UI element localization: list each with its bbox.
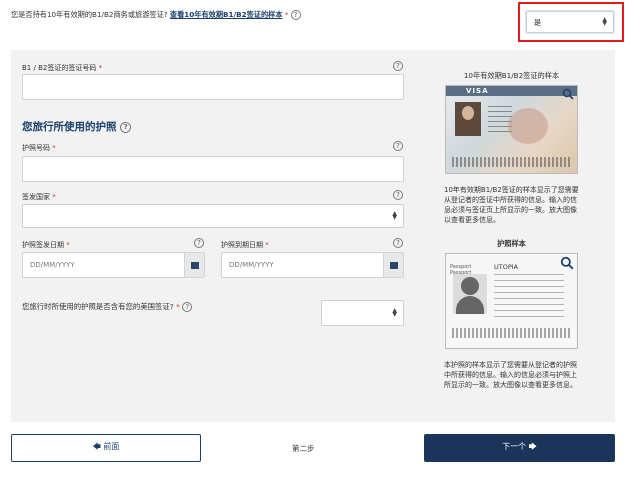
help-icon[interactable]: ? bbox=[290, 10, 301, 20]
ten-year-visa-question: 您是否持有10年有效期的B1/B2商务或旅游签证? 查看10年有效期B1/B2签… bbox=[11, 10, 301, 20]
expiry-date-input[interactable]: DD/MM/YYYY bbox=[221, 252, 404, 278]
magnifier-icon[interactable] bbox=[560, 256, 574, 270]
passport-section-title: 您旅行所使用的护照 ? bbox=[22, 119, 132, 134]
select-arrows-icon: ▲ ▼ bbox=[392, 210, 397, 221]
magnifier-icon[interactable] bbox=[562, 88, 574, 100]
help-icon[interactable]: ? bbox=[393, 238, 403, 248]
us-visa-in-passport-label: 您旅行时所使用的护照是否含有您的美国签证? * ? bbox=[22, 301, 193, 312]
help-icon[interactable]: ? bbox=[120, 121, 132, 133]
previous-button-label: 前面 bbox=[103, 442, 120, 451]
visa-number-input[interactable] bbox=[22, 74, 404, 100]
ten-year-visa-question-text: 您是否持有10年有效期的B1/B2商务或旅游签证? bbox=[11, 10, 168, 19]
issue-date-placeholder: DD/MM/YYYY bbox=[30, 261, 75, 269]
help-icon[interactable]: ? bbox=[393, 141, 403, 151]
help-icon[interactable]: ? bbox=[182, 302, 193, 312]
passport-image-country: UTOPIA bbox=[494, 263, 519, 271]
passport-sample-title: 护照样本 bbox=[497, 239, 526, 248]
previous-button[interactable]: 🡄 前面 bbox=[11, 434, 201, 462]
passport-sample-description: 本护照的样本显示了您需要从登记者的护照中所获得的信息。输入的信息必须与护照上所显… bbox=[444, 361, 577, 389]
visa-number-label: B1 / B2签证的签证号码 * bbox=[22, 64, 103, 72]
issuing-country-label: 签发国家 * bbox=[22, 193, 56, 201]
select-arrows-icon: ▲ ▼ bbox=[392, 307, 397, 318]
next-button[interactable]: 下一个 🡆 bbox=[424, 434, 615, 462]
view-visa-sample-link[interactable]: 查看10年有效期B1/B2签证的样本 bbox=[170, 10, 283, 19]
passport-number-input[interactable] bbox=[22, 156, 404, 182]
visa-image-header: VISA bbox=[466, 87, 489, 95]
visa-sample-description: 10年有效期B1/B2签证的样本显示了您需要从登记者的签证中所获得的信息。输入的… bbox=[444, 186, 579, 224]
us-visa-in-passport-select[interactable]: ▲ ▼ bbox=[321, 300, 404, 326]
passport-sample-image[interactable]: Passport Passport UTOPIA bbox=[445, 253, 578, 349]
passport-number-label: 护照号码 * bbox=[22, 144, 56, 152]
ten-year-visa-select[interactable]: 是 ▲ ▼ bbox=[526, 11, 614, 33]
select-arrows-icon: ▲ ▼ bbox=[602, 16, 607, 27]
issue-date-label: 护照签发日期 * bbox=[22, 241, 70, 249]
calendar-icon[interactable] bbox=[383, 253, 403, 277]
issue-date-input[interactable]: DD/MM/YYYY bbox=[22, 252, 205, 278]
step-indicator: 第二步 bbox=[292, 444, 315, 453]
calendar-icon[interactable] bbox=[184, 253, 204, 277]
visa-sample-image[interactable]: VISA bbox=[445, 85, 578, 174]
visa-sample-title: 10年有效期B1/B2签证的样本 bbox=[463, 71, 560, 80]
arrow-left-icon: 🡄 bbox=[92, 442, 101, 451]
required-mark: * bbox=[284, 10, 289, 19]
expiry-date-label: 护照到期日期 * bbox=[221, 241, 269, 249]
help-icon[interactable]: ? bbox=[194, 238, 204, 248]
help-icon[interactable]: ? bbox=[393, 61, 403, 71]
arrow-right-icon: 🡆 bbox=[528, 442, 537, 451]
help-icon[interactable]: ? bbox=[393, 190, 403, 200]
ten-year-visa-select-value: 是 bbox=[534, 18, 542, 27]
expiry-date-placeholder: DD/MM/YYYY bbox=[229, 261, 274, 269]
next-button-label: 下一个 bbox=[502, 442, 527, 451]
issuing-country-select[interactable]: ▲ ▼ bbox=[22, 204, 404, 228]
